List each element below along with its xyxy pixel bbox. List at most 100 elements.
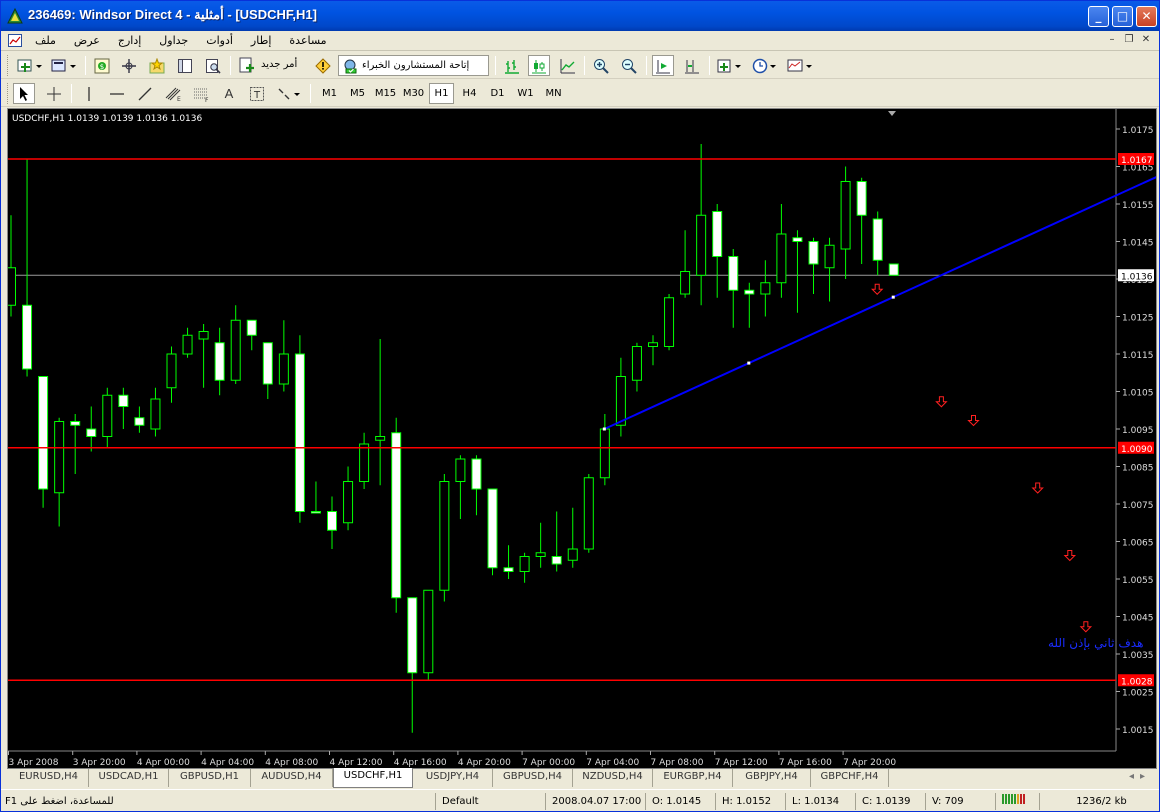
vertical-line-tool[interactable] bbox=[78, 83, 100, 104]
bear-candle bbox=[214, 342, 225, 381]
timeframe-h1[interactable]: H1 bbox=[429, 83, 454, 104]
equidistant-channel-tool[interactable]: E bbox=[162, 83, 184, 104]
timeframe-m15[interactable]: M15 bbox=[373, 83, 398, 104]
chart-tab-3[interactable]: AUDUSD,H4 bbox=[251, 769, 333, 787]
price-tick-label: 1.0175 bbox=[1122, 126, 1154, 136]
chart-shift-button[interactable] bbox=[681, 55, 703, 76]
bull-candle bbox=[166, 353, 177, 389]
bear-candle bbox=[262, 342, 273, 385]
new-chart-button[interactable] bbox=[15, 55, 45, 76]
bull-candle bbox=[631, 346, 642, 381]
candlestick-chart-button[interactable] bbox=[528, 55, 550, 76]
bear-candle bbox=[22, 304, 33, 370]
status-high: H: 1.0152 bbox=[715, 793, 785, 810]
toolbar-separator bbox=[495, 56, 496, 75]
expert-advisors-toggle[interactable]: إتاحة المستشارون الخبراء bbox=[338, 55, 489, 76]
terminal-button[interactable] bbox=[174, 55, 196, 76]
menu-item-0[interactable]: ملف bbox=[35, 34, 56, 47]
zoom-out-button[interactable] bbox=[618, 55, 640, 76]
zoom-in-button[interactable] bbox=[590, 55, 612, 76]
fibonacci-icon: F bbox=[194, 88, 209, 102]
horizontal-line-tool[interactable] bbox=[106, 83, 128, 104]
chart-tab-5[interactable]: USDJPY,H4 bbox=[413, 769, 493, 787]
minimize-button[interactable]: _ bbox=[1088, 6, 1109, 27]
title-bar[interactable]: 236469: Windsor Direct 4 - أمثلية - [USD… bbox=[1, 1, 1159, 31]
arrows-tool[interactable] bbox=[274, 83, 304, 104]
menu-item-6[interactable]: مساعدة bbox=[289, 34, 326, 47]
line-chart-button[interactable] bbox=[557, 55, 579, 76]
chart-tab-1[interactable]: USDCAD,H1 bbox=[89, 769, 169, 787]
profiles-icon bbox=[51, 59, 76, 71]
bear-candle bbox=[246, 319, 257, 336]
timeframe-m30[interactable]: M30 bbox=[401, 83, 426, 104]
price-chart[interactable]: 1.01751.01651.01551.01451.01351.01251.01… bbox=[8, 109, 1156, 768]
mdi-restore-button[interactable]: ❐ bbox=[1122, 33, 1136, 47]
chart-tab-9[interactable]: GBPJPY,H4 bbox=[733, 769, 811, 787]
strategy-tester-button[interactable] bbox=[202, 55, 224, 76]
time-tick-label: 7 Apr 08:00 bbox=[651, 758, 704, 768]
text-tool[interactable]: A bbox=[218, 83, 240, 104]
menu-item-2[interactable]: إدارج bbox=[118, 34, 141, 47]
chart-tab-7[interactable]: NZDUSD,H4 bbox=[573, 769, 653, 787]
toolbar-grip[interactable] bbox=[7, 55, 10, 76]
bull-candle bbox=[680, 271, 691, 295]
timeframe-m1[interactable]: M1 bbox=[317, 83, 342, 104]
chart-tab-0[interactable]: EURUSD,H4 bbox=[9, 769, 89, 787]
menu-item-4[interactable]: أدوات bbox=[206, 34, 233, 47]
tab-scroll-arrows[interactable]: ◂▸ bbox=[1129, 771, 1151, 782]
svg-text:T: T bbox=[253, 90, 261, 101]
data-window-button[interactable] bbox=[118, 55, 140, 76]
menu-item-1[interactable]: عرض bbox=[74, 34, 100, 47]
timeframe-d1[interactable]: D1 bbox=[485, 83, 510, 104]
auto-scroll-button[interactable] bbox=[652, 55, 674, 76]
chart-window-icon[interactable] bbox=[8, 34, 22, 47]
close-button[interactable]: ✕ bbox=[1136, 6, 1157, 27]
fibonacci-tool[interactable]: F bbox=[190, 83, 212, 104]
chart-tab-6[interactable]: GBPUSD,H4 bbox=[493, 769, 573, 787]
chart-tab-4[interactable]: USDCHF,H1 bbox=[333, 768, 413, 788]
maximize-button[interactable]: □ bbox=[1112, 6, 1133, 27]
trendline-tool[interactable] bbox=[134, 83, 156, 104]
bear-candle bbox=[294, 353, 305, 512]
timeframe-m5[interactable]: M5 bbox=[345, 83, 370, 104]
chart-shift-marker[interactable] bbox=[888, 111, 896, 116]
bid-price-label: 1.0136 bbox=[1121, 272, 1153, 282]
indicators-button[interactable] bbox=[715, 55, 745, 76]
cursor-tool[interactable] bbox=[13, 83, 35, 104]
crosshair-tool[interactable] bbox=[43, 83, 65, 104]
trendline-handle[interactable] bbox=[747, 361, 751, 365]
timeframe-mn[interactable]: MN bbox=[541, 83, 566, 104]
bull-candle bbox=[54, 421, 65, 494]
bear-candle bbox=[391, 432, 402, 599]
navigator-button[interactable] bbox=[146, 55, 168, 76]
market-watch-button[interactable]: $ bbox=[91, 55, 113, 76]
bull-candle bbox=[375, 436, 386, 441]
chart-tab-10[interactable]: GBPCHF,H4 bbox=[811, 769, 889, 787]
bear-candle bbox=[38, 376, 49, 490]
bull-candle bbox=[150, 398, 161, 430]
chart-tab-2[interactable]: GBPUSD,H1 bbox=[169, 769, 251, 787]
chart-tab-8[interactable]: EURGBP,H4 bbox=[653, 769, 733, 787]
timeframe-w1[interactable]: W1 bbox=[513, 83, 538, 104]
menu-item-3[interactable]: جداول bbox=[159, 34, 188, 47]
toolbar-grip[interactable] bbox=[7, 83, 10, 104]
bar-chart-button[interactable] bbox=[501, 55, 523, 76]
menu-item-5[interactable]: إطار bbox=[251, 34, 271, 47]
templates-button[interactable] bbox=[785, 55, 815, 76]
bull-candle bbox=[567, 548, 578, 561]
mdi-close-button[interactable]: ✕ bbox=[1139, 33, 1153, 47]
text-label-tool[interactable]: T bbox=[246, 83, 268, 104]
time-tick-label: 4 Apr 08:00 bbox=[265, 758, 318, 768]
trendline-handle[interactable] bbox=[602, 427, 606, 431]
crosshair-icon bbox=[47, 86, 61, 101]
periods-button[interactable] bbox=[750, 55, 780, 76]
chart-area[interactable]: 1.01751.01651.01551.01451.01351.01251.01… bbox=[7, 108, 1157, 769]
bear-candle bbox=[728, 256, 739, 291]
profiles-button[interactable] bbox=[49, 55, 79, 76]
mdi-minimize-button[interactable]: – bbox=[1105, 33, 1119, 47]
timeframe-h4[interactable]: H4 bbox=[457, 83, 482, 104]
bull-candle bbox=[664, 297, 675, 347]
trendline-handle[interactable] bbox=[891, 295, 895, 299]
alert-button[interactable] bbox=[312, 55, 334, 76]
bull-candle bbox=[696, 214, 707, 276]
